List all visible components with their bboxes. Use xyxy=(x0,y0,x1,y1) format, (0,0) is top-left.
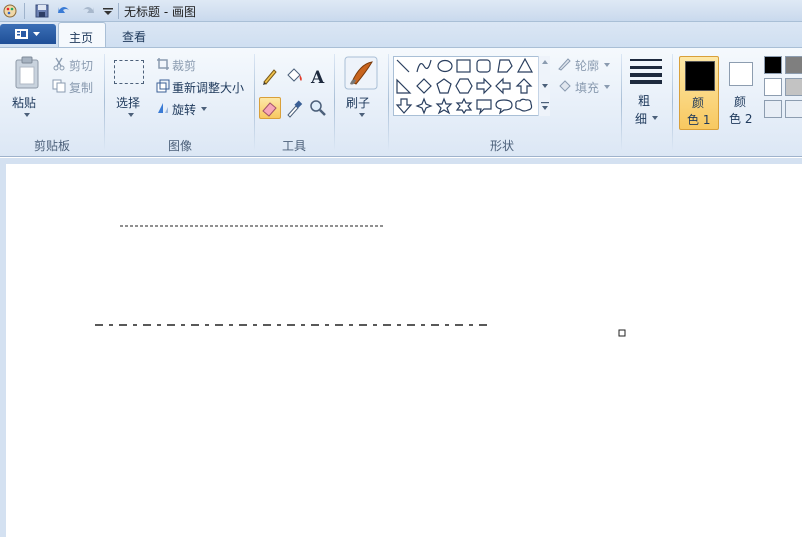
text-tool-icon[interactable]: A xyxy=(308,66,328,86)
outline-button[interactable]: 轮廓 xyxy=(575,57,599,74)
diamond-shape-icon xyxy=(416,78,432,94)
rotate-dropdown-icon[interactable] xyxy=(200,106,208,112)
five-point-star-shape-icon xyxy=(435,97,453,115)
oval-shape-icon xyxy=(437,59,453,73)
select-icon xyxy=(114,60,144,84)
magnifier-icon[interactable] xyxy=(308,98,328,118)
curve-shape-icon xyxy=(416,59,432,73)
tab-view[interactable]: 查看 xyxy=(112,22,156,48)
oval-callout-shape-icon xyxy=(495,99,513,115)
canvas-drawing xyxy=(95,225,626,337)
palette-white[interactable] xyxy=(764,78,782,96)
paint-menu-button[interactable] xyxy=(0,24,56,44)
fill-bucket-icon[interactable] xyxy=(284,66,304,86)
canvas-area xyxy=(0,158,802,537)
shapes-gallery xyxy=(393,56,549,116)
palette-light-gray[interactable] xyxy=(785,78,802,96)
rectangle-shape-icon xyxy=(456,59,471,73)
select-dropdown-icon[interactable] xyxy=(126,112,136,118)
pencil-tool-icon[interactable] xyxy=(260,66,280,86)
paste-button[interactable]: 粘贴 xyxy=(12,94,36,111)
tools-group-label: 工具 xyxy=(281,139,306,153)
brush-dropdown-icon[interactable] xyxy=(357,112,367,118)
shapes-scrollbar[interactable] xyxy=(538,56,550,116)
cut-icon xyxy=(53,57,65,71)
ribbon: 粘贴 剪切 复制 剪贴板 选择 裁剪 重新调整大小 旋转 图像 A 工具 刷子 xyxy=(0,47,802,157)
paste-icon xyxy=(15,56,39,89)
fill-icon xyxy=(559,80,571,92)
outline-dropdown-icon[interactable] xyxy=(603,62,611,68)
fill-dropdown-icon[interactable] xyxy=(603,84,611,90)
customize-dropdown-icon[interactable] xyxy=(100,3,116,19)
eraser-tool-button[interactable] xyxy=(259,97,281,119)
outline-icon xyxy=(558,58,571,71)
canvas-resize-handle xyxy=(618,329,626,337)
undo-icon[interactable] xyxy=(56,3,72,19)
shapes-icons xyxy=(395,57,534,115)
palette-empty-1[interactable] xyxy=(764,100,782,118)
color2-label-1: 颜 xyxy=(734,95,747,109)
color1-label-2: 色 1 xyxy=(687,113,711,127)
select-button[interactable]: 选择 xyxy=(116,94,140,111)
rotate-button[interactable]: 旋转 xyxy=(172,101,196,118)
paint-app-icon xyxy=(3,4,17,18)
fill-button[interactable]: 填充 xyxy=(575,79,599,96)
cut-button[interactable]: 剪切 xyxy=(69,57,93,74)
palette-gray[interactable] xyxy=(785,56,802,74)
tab-home[interactable]: 主页 xyxy=(58,22,106,48)
cloud-callout-shape-icon xyxy=(515,98,533,112)
rounded-rectangle-shape-icon xyxy=(476,59,491,73)
palette-empty-2[interactable] xyxy=(785,100,802,118)
color1-label-1: 颜 xyxy=(692,96,705,110)
color1-button[interactable]: 颜 色 1 xyxy=(679,56,719,130)
color-picker-icon[interactable] xyxy=(284,98,304,118)
size-dropdown-icon[interactable] xyxy=(651,115,659,121)
shapes-group-label: 形状 xyxy=(489,139,514,153)
redo-icon[interactable] xyxy=(80,3,96,19)
copy-button[interactable]: 复制 xyxy=(69,79,93,96)
paste-dropdown-icon[interactable] xyxy=(22,112,32,118)
size-icon xyxy=(630,59,662,84)
triangle-shape-icon xyxy=(516,57,534,73)
four-point-star-shape-icon xyxy=(415,97,433,115)
crop-button[interactable]: 裁剪 xyxy=(172,57,196,74)
line-shape-icon xyxy=(396,59,410,73)
image-group-label: 图像 xyxy=(167,139,192,153)
scroll-arrows-icon xyxy=(541,60,549,110)
right-triangle-shape-icon xyxy=(396,78,412,94)
color2-label-2: 色 2 xyxy=(729,112,753,126)
palette-black[interactable] xyxy=(764,56,782,74)
svg-text:A: A xyxy=(310,68,325,86)
crop-icon xyxy=(157,58,169,70)
six-point-star-shape-icon xyxy=(455,97,473,115)
down-arrow-shape-icon xyxy=(395,98,413,114)
eraser-icon xyxy=(262,102,277,117)
title-bar: 无标题 - 画图 xyxy=(0,0,802,22)
polygon-shape-icon xyxy=(497,59,513,73)
drawing-canvas[interactable] xyxy=(6,164,802,537)
up-arrow-shape-icon xyxy=(515,78,533,94)
color2-swatch xyxy=(729,62,753,86)
rect-callout-shape-icon xyxy=(476,99,492,115)
color2-button[interactable]: 颜 色 2 xyxy=(722,56,762,130)
copy-icon xyxy=(52,79,66,93)
hexagon-shape-icon xyxy=(455,78,473,94)
save-icon[interactable] xyxy=(34,3,50,19)
color1-swatch xyxy=(685,61,715,91)
size-label-1[interactable]: 粗 xyxy=(638,92,650,109)
menu-icon xyxy=(15,29,40,39)
size-label-2[interactable]: 细 xyxy=(635,110,647,127)
clipboard-group-label: 剪贴板 xyxy=(33,139,70,153)
window-title: 无标题 - 画图 xyxy=(124,5,196,19)
brush-icon xyxy=(344,56,378,90)
pentagon-shape-icon xyxy=(436,78,452,94)
right-arrow-shape-icon xyxy=(476,77,492,95)
resize-button[interactable]: 重新调整大小 xyxy=(172,79,244,96)
resize-icon xyxy=(156,79,170,93)
rotate-icon xyxy=(158,103,168,113)
left-arrow-shape-icon xyxy=(495,77,511,95)
brush-button[interactable]: 刷子 xyxy=(346,94,370,111)
